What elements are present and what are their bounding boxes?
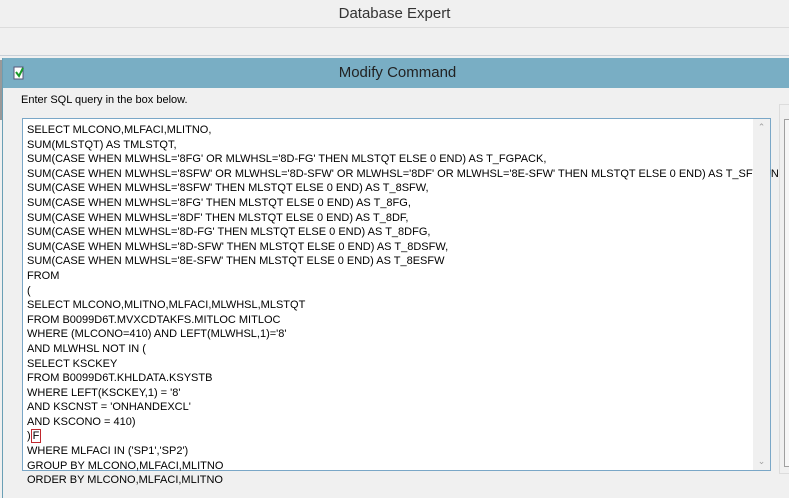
sql-line: SUM(CASE WHEN MLWHSL='8FG' OR MLWHSL='8D… [27,153,547,166]
sql-line: SELECT MLCONO,MLITNO,MLFACI,MLWHSL,MLSTQ… [27,299,306,312]
vertical-scrollbar[interactable]: ⌃ ⌄ [753,119,770,470]
sql-line: SUM(CASE WHEN MLWHSL='8D-FG' THEN MLSTQT… [27,226,431,239]
scroll-down-icon[interactable]: ⌄ [753,453,770,470]
sql-line: SUM(MLSTQT) AS TMLSTQT, [27,138,177,151]
side-panel-box [784,119,789,467]
sql-line: SUM(CASE WHEN MLWHSL='8DF' THEN MLSTQT E… [27,211,409,224]
sql-line: WHERE MLFACI IN ('SP1','SP2') [27,445,189,458]
sql-line: SUM(CASE WHEN MLWHSL='8D-SFW' THEN MLSTQ… [27,240,449,253]
sql-line: FROM B0099D6T.MVXCDTAKFS.MITLOC MITLOC [27,313,281,326]
highlighted-alias: F [30,429,42,444]
database-expert-title: Database Expert [0,0,789,28]
sql-line: ) F [27,429,789,444]
side-panel [779,104,789,474]
sql-line: AND KSCNST = 'ONHANDEXCL' [27,401,191,414]
sql-line: FROM B0099D6T.KHLDATA.KSYSTB [27,372,213,385]
dialog-titlebar[interactable]: Modify Command [3,58,789,88]
sql-line: SELECT KSCKEY [27,357,118,370]
sql-line: FROM [27,269,60,282]
scroll-up-icon[interactable]: ⌃ [753,119,770,136]
sql-line: SELECT MLCONO,MLFACI,MLITNO, [27,124,212,136]
divider [0,55,789,56]
sql-line: SUM(CASE WHEN MLWHSL='8SFW' OR MLWHSL='8… [27,167,789,180]
sql-line: SUM(CASE WHEN MLWHSL='8SFW' THEN MLSTQT … [27,182,429,195]
sql-line: WHERE (MLCONO=410) AND LEFT(MLWHSL,1)='8… [27,328,287,341]
sql-prompt-label: Enter SQL query in the box below. [21,94,188,106]
sql-line: SUM(CASE WHEN MLWHSL='8FG' THEN MLSTQT E… [27,196,411,209]
sql-line: WHERE LEFT(KSCKEY,1) = '8' [27,386,181,399]
modify-command-dialog: Modify Command Enter SQL query in the bo… [2,58,789,498]
sql-line: AND MLWHSL NOT IN ( [27,342,146,355]
sql-query-textarea[interactable]: SELECT MLCONO,MLFACI,MLITNO, SUM(MLSTQT) … [22,118,789,486]
dialog-title: Modify Command [338,64,457,81]
sql-line: SUM(CASE WHEN MLWHSL='8E-SFW' THEN MLSTQ… [27,255,445,268]
sql-line: ( [27,284,31,297]
sql-text[interactable]: SELECT MLCONO,MLFACI,MLITNO, SUM(MLSTQT) … [27,123,789,488]
sql-line: GROUP BY MLCONO,MLFACI,MLITNO [27,459,224,472]
sql-line: AND KSCONO = 410) [27,415,136,428]
